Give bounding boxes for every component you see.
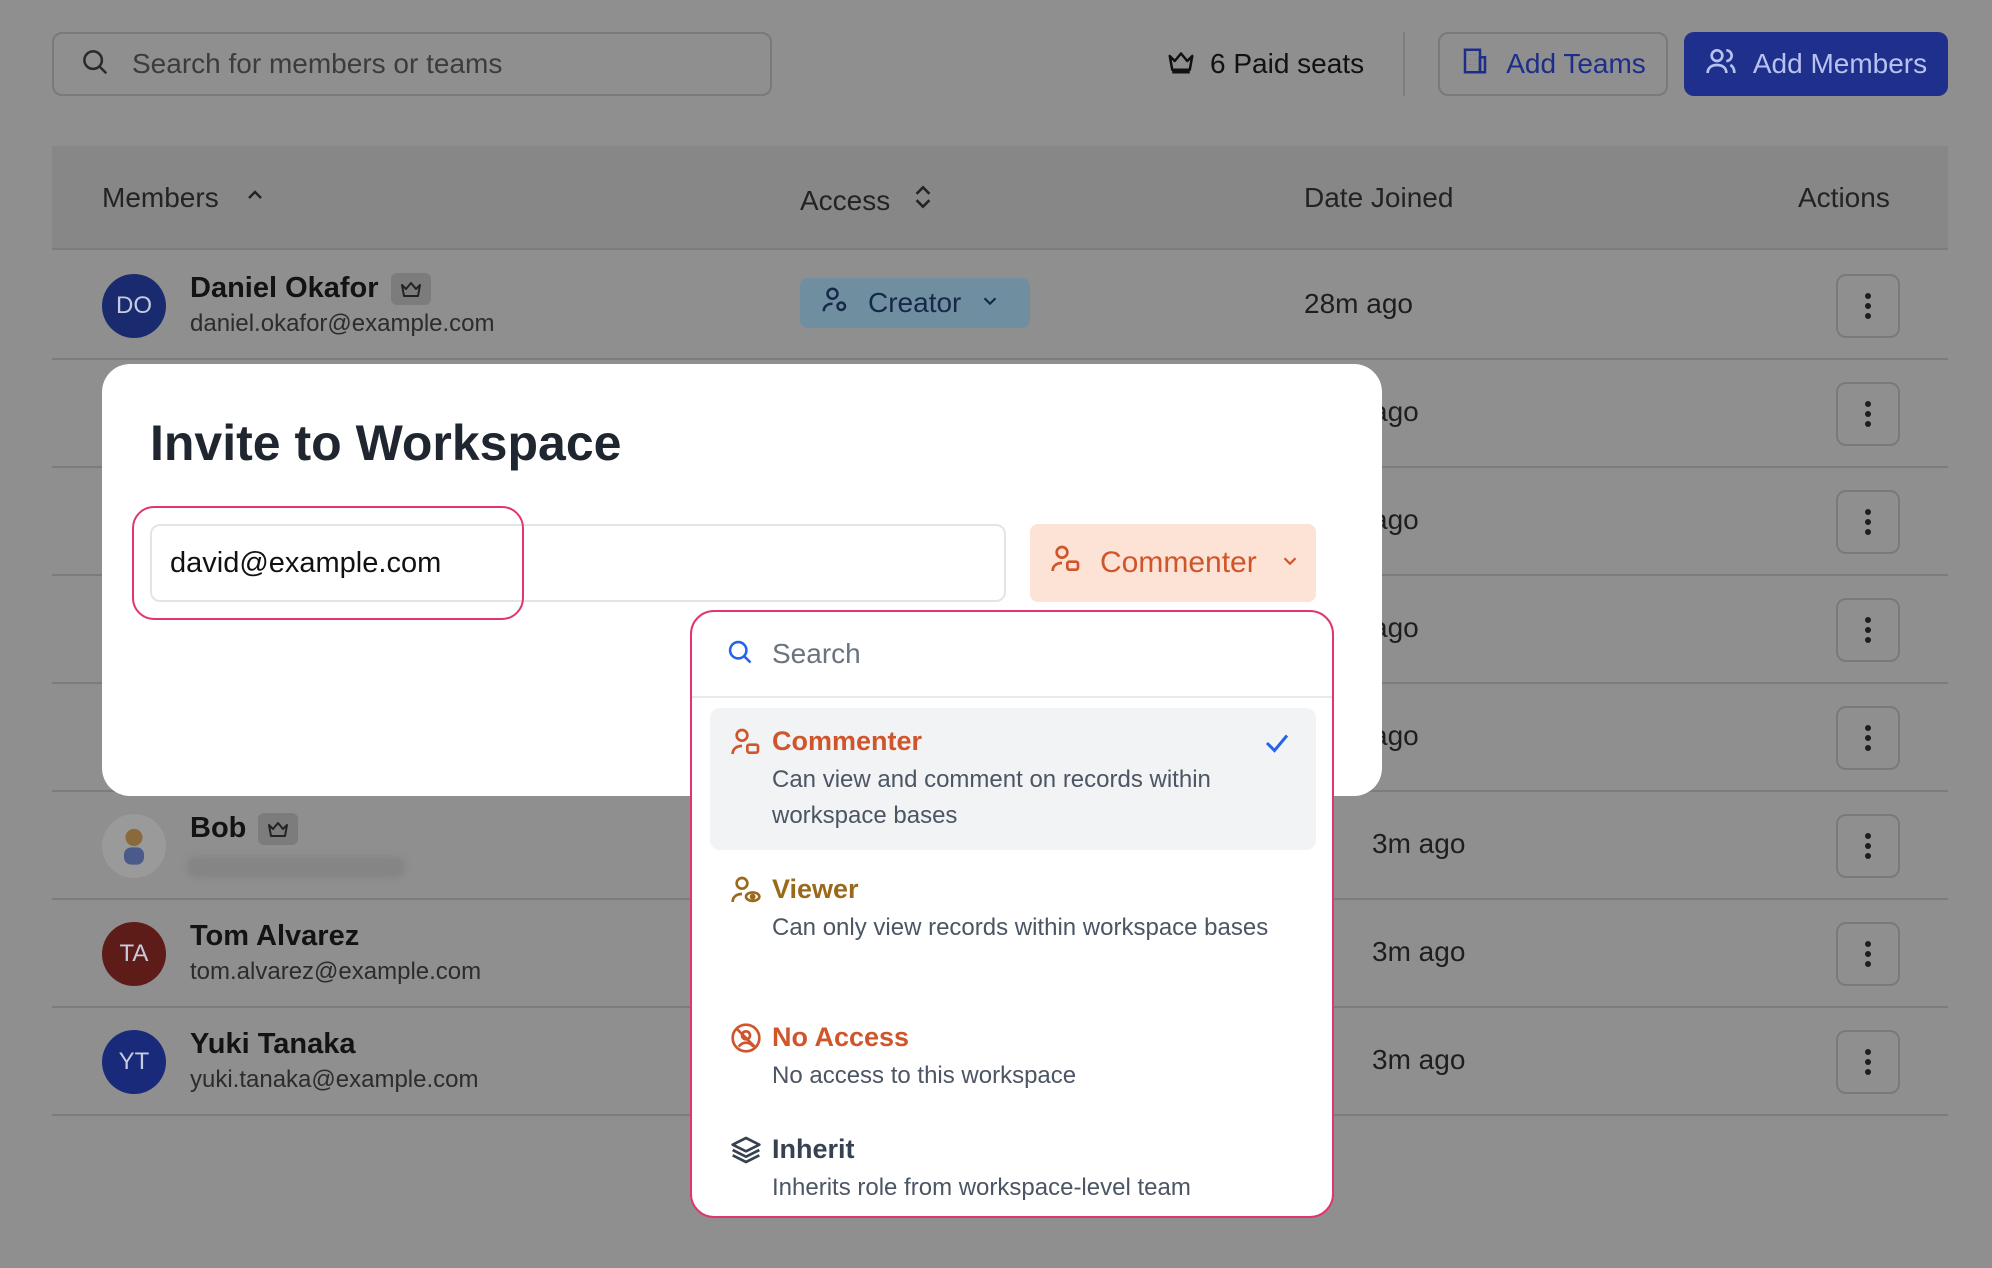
role-option-description: No access to this workspace xyxy=(772,1062,1077,1089)
crown-icon xyxy=(1166,46,1196,83)
paid-seats: 6 Paid seats xyxy=(1166,44,1364,84)
more-vertical-icon xyxy=(1865,941,1871,967)
person-emoji-icon xyxy=(124,828,144,865)
date-joined-column-label: Date Joined xyxy=(1304,182,1454,213)
more-vertical-icon xyxy=(1865,1049,1871,1075)
member-name: Yuki Tanaka xyxy=(190,1028,356,1061)
row-actions-button[interactable] xyxy=(1836,1030,1900,1094)
row-actions-button[interactable] xyxy=(1836,490,1900,554)
role-dropdown-menu: Search Commenter Can view and comment on… xyxy=(690,610,1334,1218)
chevron-up-icon xyxy=(243,182,267,214)
access-role-label: Creator xyxy=(868,287,962,318)
role-option-commenter[interactable]: Commenter Can view and comment on record… xyxy=(710,708,1316,850)
chevron-down-icon xyxy=(1279,546,1301,580)
add-members-button[interactable]: Add Members xyxy=(1684,32,1948,96)
owner-crown-icon xyxy=(390,272,431,305)
owner-crown-icon xyxy=(258,812,299,845)
role-option-description: Can only view records within workspace b… xyxy=(772,914,1269,941)
role-option-title: Viewer xyxy=(772,874,859,904)
member-email: yuki.tanaka@example.com xyxy=(190,1066,479,1093)
member-name-text: Tom Alvarez xyxy=(190,920,360,952)
member-email: daniel.okafor@example.com xyxy=(190,310,495,337)
more-vertical-icon xyxy=(1865,401,1871,427)
access-column-label: Access xyxy=(800,184,891,216)
date-joined: 28m ago xyxy=(1304,288,1413,319)
chevron-down-icon xyxy=(979,287,1001,319)
members-search-input[interactable]: Search for members or teams xyxy=(52,32,772,96)
member-name-text: Yuki Tanaka xyxy=(190,1028,356,1060)
member-name: Daniel Okafor xyxy=(190,272,431,305)
actions-column-header: Actions xyxy=(1798,182,1890,214)
commenter-icon xyxy=(730,726,762,758)
building-icon xyxy=(1460,46,1490,83)
check-icon xyxy=(1262,728,1292,763)
role-option-viewer[interactable]: Viewer Can only view records within work… xyxy=(710,856,1316,998)
role-select-label: Commenter xyxy=(1100,546,1257,579)
members-column-header[interactable]: Members xyxy=(102,182,267,214)
date-joined: 3m ago xyxy=(1372,936,1466,967)
role-option-description: Inherits role from workspace-level team xyxy=(772,1174,1191,1201)
more-vertical-icon xyxy=(1865,833,1871,859)
role-select-button[interactable]: Commenter xyxy=(1030,524,1316,602)
more-vertical-icon xyxy=(1865,509,1871,535)
add-teams-label: Add Teams xyxy=(1506,48,1646,79)
date-joined: 3m ago xyxy=(1372,828,1466,859)
row-actions-button[interactable] xyxy=(1836,274,1900,338)
member-name: Bob xyxy=(190,812,299,845)
row-actions-button[interactable] xyxy=(1836,382,1900,446)
layers-icon xyxy=(730,1134,762,1166)
email-highlight xyxy=(132,506,524,620)
member-name-text: Daniel Okafor xyxy=(190,272,379,304)
user-gear-icon xyxy=(820,285,850,322)
role-option-no-access[interactable]: No Access No access to this workspace xyxy=(710,1004,1316,1112)
row-actions-button[interactable] xyxy=(1836,814,1900,878)
member-name: Tom Alvarez xyxy=(190,920,359,953)
sort-icon xyxy=(910,182,936,219)
member-email: tom.alvarez@example.com xyxy=(190,958,482,985)
more-vertical-icon xyxy=(1865,725,1871,751)
viewer-icon xyxy=(730,874,762,906)
search-icon xyxy=(80,47,110,82)
actions-column-label: Actions xyxy=(1798,182,1890,213)
role-option-inherit[interactable]: Inherit Inherits role from workspace-lev… xyxy=(710,1116,1316,1216)
more-vertical-icon xyxy=(1865,293,1871,319)
role-option-title: Commenter xyxy=(772,726,923,756)
date-joined-column-header[interactable]: Date Joined xyxy=(1304,182,1453,214)
commenter-icon xyxy=(1050,543,1082,583)
members-column-label: Members xyxy=(102,182,219,213)
no-access-icon xyxy=(730,1022,762,1054)
avatar: TA xyxy=(102,922,166,986)
row-actions-button[interactable] xyxy=(1836,922,1900,986)
row-actions-button[interactable] xyxy=(1836,598,1900,662)
role-option-description: Can view and comment on records within w… xyxy=(772,766,1211,829)
add-teams-button[interactable]: Add Teams xyxy=(1438,32,1668,96)
role-option-title: No Access xyxy=(772,1022,910,1052)
access-column-header[interactable]: Access xyxy=(800,182,936,219)
members-table-header: Members Access Date Joined Actions xyxy=(52,146,1948,250)
more-vertical-icon xyxy=(1865,617,1871,643)
modal-title: Invite to Workspace xyxy=(150,415,622,471)
row-actions-button[interactable] xyxy=(1836,706,1900,770)
table-row: DO Daniel Okafor daniel.okafor@example.c… xyxy=(52,252,1948,360)
avatar: YT xyxy=(102,1030,166,1094)
access-role-dropdown[interactable]: Creator xyxy=(800,278,1030,328)
avatar xyxy=(102,814,166,878)
redacted-email xyxy=(186,856,406,878)
avatar: DO xyxy=(102,274,166,338)
search-icon xyxy=(726,638,754,671)
search-placeholder: Search for members or teams xyxy=(132,48,503,79)
role-search-input[interactable]: Search xyxy=(692,612,1332,698)
add-members-label: Add Members xyxy=(1752,48,1928,79)
role-search-placeholder: Search xyxy=(772,638,861,669)
paid-seats-label: 6 Paid seats xyxy=(1210,48,1365,79)
users-icon xyxy=(1705,45,1737,84)
role-option-title: Inherit xyxy=(772,1134,855,1164)
toolbar-divider xyxy=(1403,32,1405,96)
date-joined: 3m ago xyxy=(1372,1044,1466,1075)
member-name-text: Bob xyxy=(190,812,247,844)
